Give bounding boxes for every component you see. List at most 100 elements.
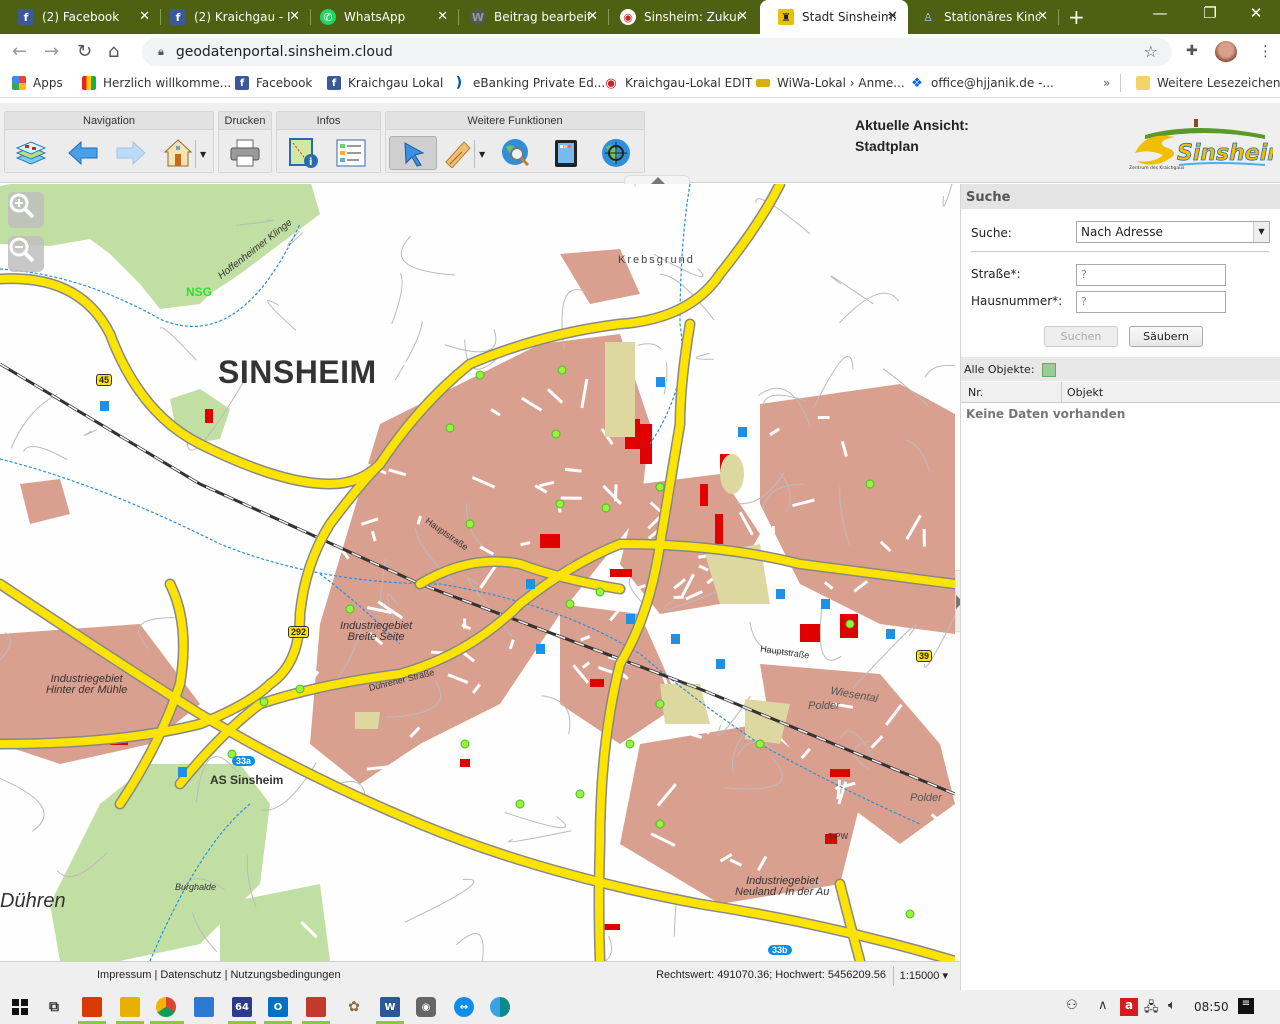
zoom-out-button[interactable]: [8, 236, 44, 272]
notifications-icon[interactable]: ≡: [1238, 998, 1254, 1014]
new-tab-button[interactable]: +: [1068, 5, 1085, 29]
close-window-button[interactable]: ✕: [1236, 4, 1276, 22]
scale-select[interactable]: 1:15000 ▾: [900, 969, 948, 982]
home-button[interactable]: [160, 136, 196, 170]
clock[interactable]: 08:50: [1194, 1000, 1229, 1014]
extensions-puzzle-icon[interactable]: ✚: [1186, 43, 1198, 59]
tablet-button[interactable]: [548, 136, 584, 170]
map-info-button[interactable]: i: [285, 136, 321, 170]
tab-whatsapp[interactable]: ✆ WhatsApp ✕: [302, 0, 458, 34]
people-icon[interactable]: ⚇: [1066, 998, 1078, 1013]
teamviewer-icon[interactable]: ↔: [454, 997, 474, 1017]
bookmark-facebook[interactable]: f Facebook: [235, 76, 312, 90]
close-tab-icon[interactable]: ✕: [437, 9, 448, 24]
camera-icon[interactable]: ◉: [416, 997, 436, 1017]
more-bookmarks-button[interactable]: »: [1103, 76, 1110, 90]
tab-kraichgau[interactable]: f (2) Kraichgau - L ✕: [152, 0, 310, 34]
restore-button[interactable]: ❐: [1190, 4, 1230, 22]
close-tab-icon[interactable]: ✕: [289, 9, 300, 24]
word-icon[interactable]: W: [380, 997, 400, 1017]
housenumber-input[interactable]: ?: [1076, 291, 1226, 313]
bookmark-kraichgau-lokal[interactable]: f Kraichgau Lokal: [327, 76, 443, 90]
bookmark-wiwa[interactable]: WiWa-Lokal › Anme...: [756, 76, 905, 90]
home-dropdown-arrow-icon[interactable]: ▼: [200, 150, 206, 159]
bookmark-office[interactable]: ❖ office@hjjanik.de -...: [910, 76, 1054, 91]
task-view-icon[interactable]: ⧉: [44, 997, 64, 1017]
bookmark-apps[interactable]: Apps: [12, 76, 63, 90]
paint-app-icon[interactable]: [82, 997, 102, 1017]
minor-street: [382, 332, 410, 337]
chrome-icon[interactable]: [156, 997, 176, 1017]
control-panel-icon[interactable]: [194, 997, 214, 1017]
close-tab-icon[interactable]: ✕: [139, 9, 150, 24]
back-icon[interactable]: ←: [12, 41, 27, 62]
bookmark-herzlich[interactable]: Herzlich willkomme...: [82, 76, 231, 90]
search-globe-button[interactable]: [498, 136, 534, 170]
save-app-icon[interactable]: 64: [232, 997, 252, 1017]
bookmark-ebanking[interactable]: ) eBanking Private Ed...: [452, 75, 605, 91]
parking-marker: [100, 401, 109, 411]
export-map-icon[interactable]: [1042, 363, 1057, 377]
city-map[interactable]: SINSHEIM Dühren NSG Krebsgrund AS Sinshe…: [0, 184, 955, 961]
close-tab-icon[interactable]: ✕: [737, 9, 748, 24]
facebook-icon: f: [235, 76, 249, 90]
forward-button[interactable]: [113, 136, 149, 170]
search-mode-select[interactable]: Nach Adresse ▼: [1076, 221, 1270, 243]
parking-marker: [886, 629, 895, 639]
column-objekt[interactable]: Objekt: [1067, 386, 1103, 399]
search-button[interactable]: Suchen: [1044, 326, 1118, 347]
measure-dropdown-arrow-icon[interactable]: ▼: [479, 150, 485, 159]
tab-sinsheim-zukunft[interactable]: ◉ Sinsheim: Zukun ✕: [602, 0, 758, 34]
footer-links[interactable]: Impressum | Datenschutz | Nutzungsbeding…: [97, 969, 341, 981]
clear-button[interactable]: Säubern: [1129, 326, 1203, 347]
file-explorer-icon[interactable]: [120, 997, 140, 1017]
bus-stop-marker: [475, 370, 485, 380]
tray-expand-chevron-icon[interactable]: ∧: [1098, 998, 1108, 1013]
outlook-icon[interactable]: O: [268, 997, 288, 1017]
edge-icon[interactable]: [490, 997, 510, 1017]
all-objects-bar: Alle Objekte:: [961, 357, 1280, 381]
tab-facebook[interactable]: f (2) Facebook ✕: [0, 0, 160, 34]
bus-stop-marker: [460, 739, 470, 749]
close-tab-icon[interactable]: ✕: [587, 9, 598, 24]
column-nr[interactable]: Nr.: [968, 386, 983, 399]
column-divider: [1061, 382, 1062, 403]
kebab-menu-icon[interactable]: ⋮: [1258, 42, 1273, 60]
acrobat-icon[interactable]: [306, 997, 326, 1017]
close-tab-icon[interactable]: ✕: [1037, 9, 1048, 24]
minimize-button[interactable]: —: [1140, 4, 1180, 22]
network-icon[interactable]: 🖧︎: [1144, 998, 1159, 1020]
avira-icon[interactable]: a: [1120, 998, 1138, 1016]
print-button[interactable]: [227, 136, 263, 170]
close-tab-icon[interactable]: ✕: [887, 9, 898, 24]
home-icon[interactable]: ⌂: [108, 41, 119, 62]
toolbar-group-weitere-funktionen: Weitere Funktionen ▼: [385, 111, 645, 173]
gimp-icon[interactable]: ✿: [344, 997, 364, 1017]
bookmark-star-icon[interactable]: ☆: [1144, 42, 1158, 61]
layers-button[interactable]: [13, 136, 49, 170]
zoom-in-button[interactable]: [8, 192, 44, 228]
locate-globe-button[interactable]: [598, 136, 634, 170]
volume-icon[interactable]: 🔈︎: [1168, 998, 1176, 1013]
tab-stadt-sinsheim[interactable]: ♜ Stadt Sinsheim: ✕: [760, 0, 908, 34]
tab-stationaeres-kind[interactable]: ♙ Stationäres Kind ✕: [902, 0, 1058, 34]
street-input[interactable]: ?: [1076, 264, 1226, 286]
forward-icon[interactable]: →: [44, 41, 59, 62]
map-label-industry-breite-seite: Industriegebiet Breite Seite: [340, 620, 413, 643]
back-button[interactable]: [65, 136, 101, 170]
search-panel: Suche Suche: Nach Adresse ▼ Straße*: ? H…: [960, 184, 1280, 990]
tab-beitrag[interactable]: W Beitrag bearbeit ✕: [452, 0, 608, 34]
sinsheim-logo[interactable]: Sinsheim Zentrum des Kraichgaus: [1125, 113, 1280, 173]
windows-start-icon[interactable]: [10, 997, 30, 1017]
legend-button[interactable]: [333, 136, 369, 170]
select-pointer-button[interactable]: [389, 136, 437, 170]
toolbar-group-navigation: Navigation ▼: [4, 111, 214, 173]
address-bar[interactable]: 🔒︎ geodatenportal.sinsheim.cloud ☆: [142, 38, 1172, 66]
reload-icon[interactable]: ↻: [77, 41, 92, 62]
measure-button[interactable]: [440, 136, 476, 170]
other-bookmarks[interactable]: Weitere Lesezeichen: [1136, 76, 1280, 90]
cursor-arrow-icon: [404, 142, 425, 167]
map-label-krebsgrund: Krebsgrund: [618, 254, 695, 266]
bookmark-kraichgau-edit[interactable]: ◉ Kraichgau-Lokal EDIT: [604, 76, 752, 91]
profile-avatar[interactable]: [1215, 41, 1237, 63]
